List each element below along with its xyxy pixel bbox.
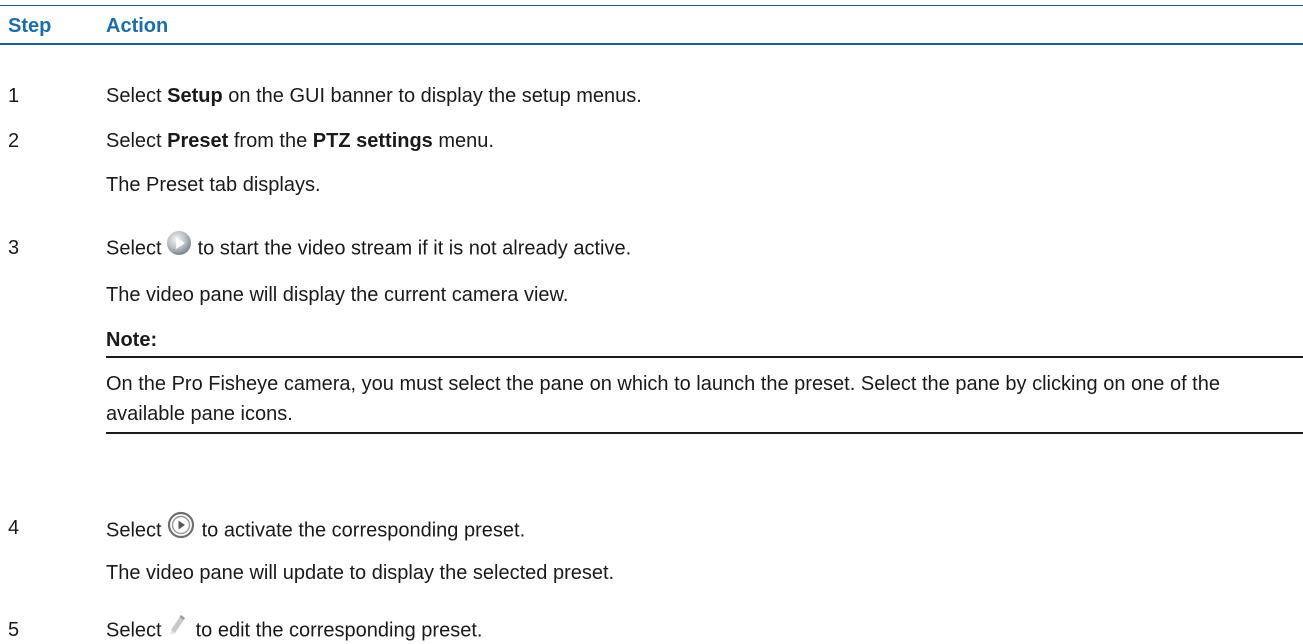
ui-term-preset: Preset: [167, 130, 229, 152]
instruction-text: to edit the corresponding preset.: [195, 619, 483, 642]
instruction-text: Select: [106, 237, 162, 260]
note-text: On the Pro Fisheye camera, you must sele…: [106, 373, 1220, 425]
step-number: 3: [8, 237, 20, 259]
step-3-instruction: Select to start the video stream if it i…: [106, 231, 632, 262]
step-3-result: The video pane will display the current …: [106, 284, 569, 306]
instruction-text: Select: [106, 519, 162, 542]
instruction-text: Select: [106, 85, 168, 107]
instruction-text: Select: [106, 619, 162, 642]
note-top-rule: [106, 356, 1303, 358]
step-4-result: The video pane will update to display th…: [106, 562, 615, 584]
step-4-instruction: Select to activate the corresponding pre…: [106, 511, 526, 546]
instruction-text: to start the video stream if it is not a…: [197, 237, 632, 260]
step-2-result: The Preset tab displays.: [106, 174, 321, 196]
step-number: 1: [8, 85, 20, 107]
column-header-step: Step: [8, 15, 52, 37]
step-number: 2: [8, 130, 20, 152]
play-stream-icon: [166, 230, 192, 256]
activate-preset-icon: [166, 510, 196, 540]
edit-pencil-icon: [166, 612, 190, 638]
ui-term-setup: Setup: [167, 85, 223, 107]
step-2-instruction: Select Preset from the PTZ settings menu…: [106, 129, 494, 153]
note-bottom-rule: [106, 432, 1303, 434]
instruction-text: from the: [228, 130, 313, 152]
step-number: 4: [8, 517, 20, 539]
table-top-rule: [0, 5, 1303, 6]
instruction-text: Select: [106, 130, 168, 152]
instruction-text: to activate the corresponding preset.: [201, 519, 526, 542]
instruction-text: on the GUI banner to display the setup m…: [222, 85, 642, 107]
header-rule: [0, 43, 1303, 45]
step-1-instruction: Select Setup on the GUI banner to displa…: [106, 84, 642, 108]
note-label: Note:: [106, 329, 158, 351]
instruction-text: menu.: [432, 130, 494, 152]
column-header-action: Action: [106, 15, 169, 37]
ui-term-ptz-settings: PTZ settings: [312, 130, 433, 152]
step-5-instruction: Select to edit the corresponding preset.: [106, 615, 483, 644]
step-number: 5: [8, 619, 20, 641]
